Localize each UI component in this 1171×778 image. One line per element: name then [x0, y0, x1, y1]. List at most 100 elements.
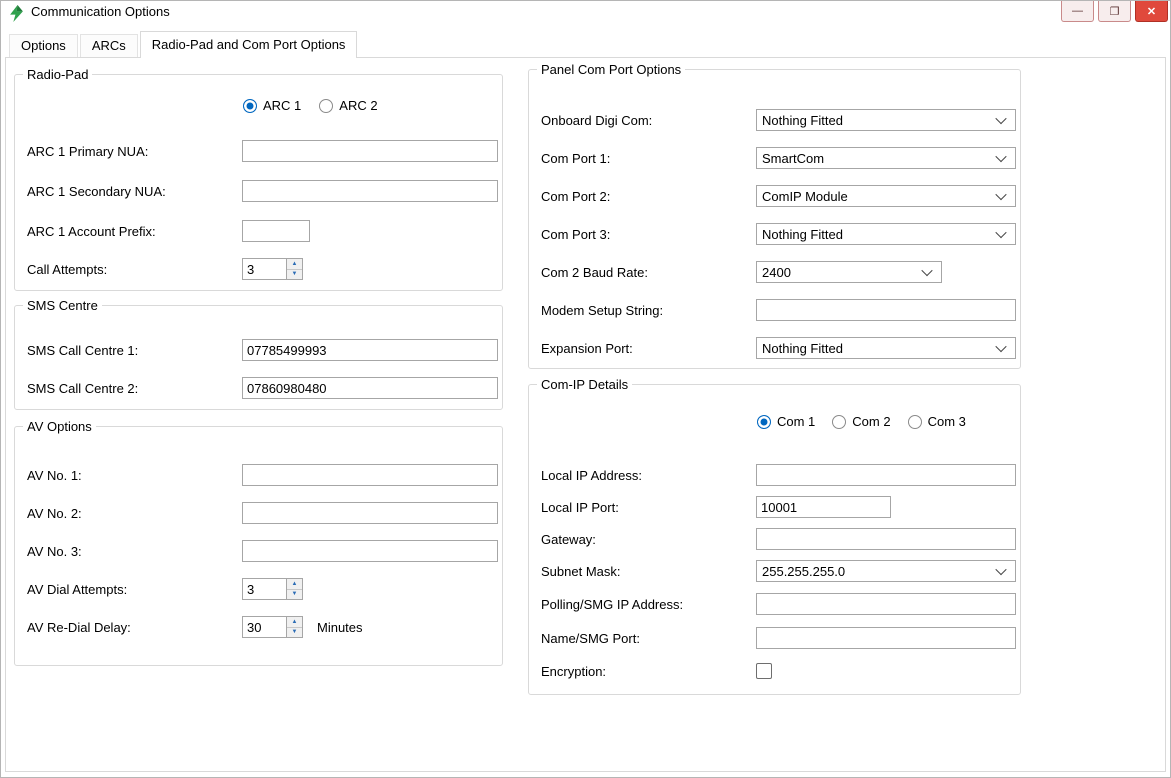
- field-row: Name/SMG Port:: [541, 627, 1016, 649]
- field-row: AV Re-Dial Delay: ▲ ▼ Minutes: [27, 616, 498, 638]
- radio-selected-icon: [243, 99, 257, 113]
- av-no-2-label: AV No. 2:: [27, 506, 242, 521]
- encryption-checkbox[interactable]: [756, 663, 772, 679]
- expansion-port-value: Nothing Fitted: [762, 341, 843, 356]
- close-icon: ✕: [1147, 5, 1156, 18]
- field-row: ARC 1 Primary NUA:: [27, 140, 498, 162]
- av-redial-delay-input[interactable]: [242, 616, 286, 638]
- arc1-radio[interactable]: ARC 1: [243, 98, 301, 113]
- expansion-port-select[interactable]: Nothing Fitted: [756, 337, 1016, 359]
- spin-down-icon[interactable]: ▼: [287, 628, 302, 638]
- radio-unselected-icon: [908, 415, 922, 429]
- spin-up-icon[interactable]: ▲: [287, 617, 302, 628]
- arc1-radio-label: ARC 1: [263, 98, 301, 113]
- com3-radio-label: Com 3: [928, 414, 966, 429]
- com2-radio-label: Com 2: [852, 414, 890, 429]
- field-row: AV No. 1:: [27, 464, 498, 486]
- tab-radio-pad-com-port[interactable]: Radio-Pad and Com Port Options: [140, 31, 358, 58]
- com-port-3-select[interactable]: Nothing Fitted: [756, 223, 1016, 245]
- minimize-icon: —: [1072, 5, 1083, 17]
- minimize-button[interactable]: —: [1061, 1, 1094, 22]
- com1-radio[interactable]: Com 1: [757, 414, 815, 429]
- av-no-3-input[interactable]: [242, 540, 498, 562]
- name-smg-port-input[interactable]: [756, 627, 1016, 649]
- com-radio-row: Com 1 Com 2 Com 3: [757, 414, 966, 429]
- com-port-2-select[interactable]: ComIP Module: [756, 185, 1016, 207]
- arc1-primary-nua-input[interactable]: [242, 140, 498, 162]
- window-title: Communication Options: [31, 4, 170, 19]
- encryption-label: Encryption:: [541, 664, 756, 679]
- onboard-digi-com-label: Onboard Digi Com:: [541, 113, 756, 128]
- av-dial-attempts-label: AV Dial Attempts:: [27, 582, 242, 597]
- onboard-digi-com-value: Nothing Fitted: [762, 113, 843, 128]
- spin-up-icon[interactable]: ▲: [287, 259, 302, 270]
- sms-call-centre-1-input[interactable]: [242, 339, 498, 361]
- com-port-3-value: Nothing Fitted: [762, 227, 843, 242]
- sms-call-centre-2-label: SMS Call Centre 2:: [27, 381, 242, 396]
- subnet-mask-value: 255.255.255.0: [762, 564, 845, 579]
- field-row: Call Attempts: ▲ ▼: [27, 258, 498, 280]
- spin-down-icon[interactable]: ▼: [287, 590, 302, 600]
- minutes-label: Minutes: [317, 620, 363, 635]
- chevron-down-icon: [923, 268, 932, 277]
- field-row: Com Port 2: ComIP Module: [541, 185, 1016, 207]
- window-controls: — ❐ ✕: [1061, 1, 1168, 22]
- com-port-1-select[interactable]: SmartCom: [756, 147, 1016, 169]
- onboard-digi-com-select[interactable]: Nothing Fitted: [756, 109, 1016, 131]
- communication-options-window: Communication Options — ❐ ✕ Options ARCs…: [0, 0, 1171, 778]
- av-dial-attempts-input[interactable]: [242, 578, 286, 600]
- field-row: AV Dial Attempts: ▲ ▼: [27, 578, 498, 600]
- group-com-ip-details-title: Com-IP Details: [537, 377, 632, 392]
- group-sms-centre-title: SMS Centre: [23, 298, 102, 313]
- polling-smg-ip-input[interactable]: [756, 593, 1016, 615]
- radio-unselected-icon: [832, 415, 846, 429]
- arc1-account-prefix-input[interactable]: [242, 220, 310, 242]
- call-attempts-input[interactable]: [242, 258, 286, 280]
- av-no-3-label: AV No. 3:: [27, 544, 242, 559]
- local-ip-address-input[interactable]: [756, 464, 1016, 486]
- modem-setup-string-input[interactable]: [756, 299, 1016, 321]
- arc1-secondary-nua-input[interactable]: [242, 180, 498, 202]
- field-row: ARC 1 Account Prefix:: [27, 220, 498, 242]
- com-port-2-label: Com Port 2:: [541, 189, 756, 204]
- name-smg-port-label: Name/SMG Port:: [541, 631, 756, 646]
- com-port-1-value: SmartCom: [762, 151, 824, 166]
- com-2-baud-rate-select[interactable]: 2400: [756, 261, 942, 283]
- com-port-1-label: Com Port 1:: [541, 151, 756, 166]
- field-row: Modem Setup String:: [541, 299, 1016, 321]
- com3-radio[interactable]: Com 3: [908, 414, 966, 429]
- group-radio-pad-title: Radio-Pad: [23, 67, 92, 82]
- spin-down-icon[interactable]: ▼: [287, 270, 302, 280]
- field-row: ARC 1 Secondary NUA:: [27, 180, 498, 202]
- sms-call-centre-2-input[interactable]: [242, 377, 498, 399]
- com1-radio-label: Com 1: [777, 414, 815, 429]
- field-row: Subnet Mask: 255.255.255.0: [541, 560, 1016, 582]
- close-button[interactable]: ✕: [1135, 1, 1168, 22]
- spin-up-icon[interactable]: ▲: [287, 579, 302, 590]
- gateway-input[interactable]: [756, 528, 1016, 550]
- field-row: Com Port 1: SmartCom: [541, 147, 1016, 169]
- maximize-button[interactable]: ❐: [1098, 1, 1131, 22]
- arc1-account-prefix-label: ARC 1 Account Prefix:: [27, 224, 242, 239]
- av-no-1-input[interactable]: [242, 464, 498, 486]
- field-row: Onboard Digi Com: Nothing Fitted: [541, 109, 1016, 131]
- field-row: SMS Call Centre 1:: [27, 339, 498, 361]
- arc2-radio[interactable]: ARC 2: [319, 98, 377, 113]
- com2-radio[interactable]: Com 2: [832, 414, 890, 429]
- tab-options[interactable]: Options: [9, 34, 78, 57]
- local-ip-port-input[interactable]: [756, 496, 891, 518]
- call-attempts-spinner[interactable]: ▲ ▼: [242, 258, 303, 280]
- group-panel-com-port-title: Panel Com Port Options: [537, 62, 685, 77]
- field-row: AV No. 3:: [27, 540, 498, 562]
- av-dial-attempts-spinner[interactable]: ▲ ▼: [242, 578, 303, 600]
- subnet-mask-select[interactable]: 255.255.255.0: [756, 560, 1016, 582]
- field-row: SMS Call Centre 2:: [27, 377, 498, 399]
- av-redial-delay-spinner[interactable]: ▲ ▼: [242, 616, 303, 638]
- com-port-3-label: Com Port 3:: [541, 227, 756, 242]
- radio-selected-icon: [757, 415, 771, 429]
- tab-arcs[interactable]: ARCs: [80, 34, 138, 57]
- av-redial-delay-label: AV Re-Dial Delay:: [27, 620, 242, 635]
- expansion-port-label: Expansion Port:: [541, 341, 756, 356]
- group-av-options: AV Options AV No. 1: AV No. 2: AV No. 3:…: [14, 419, 503, 666]
- av-no-2-input[interactable]: [242, 502, 498, 524]
